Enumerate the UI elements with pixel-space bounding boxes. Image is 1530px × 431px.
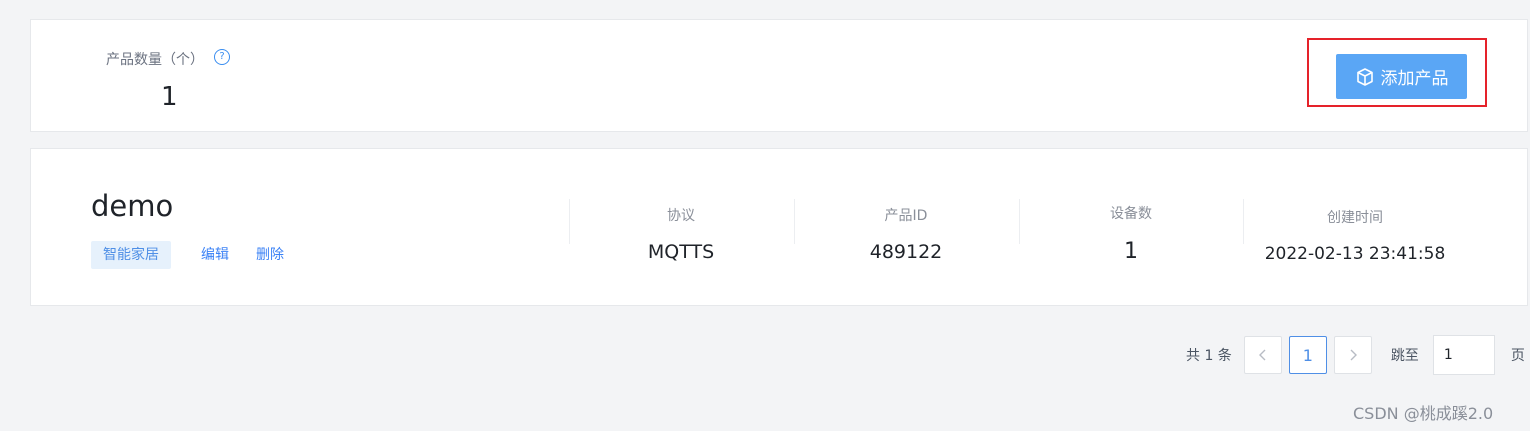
prev-page-button[interactable]	[1243, 336, 1282, 374]
product-summary-card: 产品数量（个） ? 1 添加产品	[30, 19, 1528, 132]
stat-label: 设备数	[1110, 206, 1152, 222]
product-name: demo	[91, 189, 174, 223]
stat-value: 1	[1124, 239, 1138, 264]
product-count-value: 1	[161, 82, 178, 112]
jump-page-input[interactable]	[1432, 335, 1495, 375]
page-suffix: 页	[1510, 348, 1525, 364]
page-number-button[interactable]: 1	[1288, 336, 1327, 374]
stat-protocol: 协议 MQTTS	[569, 149, 793, 305]
stat-value: 2022-02-13 23:41:58	[1264, 244, 1446, 264]
question-circle-icon[interactable]: ?	[214, 49, 230, 65]
next-page-button[interactable]	[1333, 336, 1372, 374]
stat-label: 创建时间	[1327, 210, 1383, 226]
pagination-total: 共 1 条	[1186, 348, 1232, 364]
stat-value: MQTTS	[647, 241, 715, 263]
pagination: 共 1 条 1 跳至 页	[1186, 335, 1525, 375]
stat-value: 489122	[869, 241, 943, 263]
jump-label: 跳至	[1390, 348, 1419, 364]
cube-icon	[1356, 67, 1373, 86]
product-count-label-row: 产品数量（个） ?	[106, 49, 230, 69]
watermark: CSDN @桃成蹊2.0	[1353, 404, 1494, 423]
delete-link[interactable]: 删除	[256, 241, 284, 269]
add-product-button-label: 添加产品	[1380, 69, 1449, 89]
stat-product-id: 产品ID 489122	[794, 149, 1018, 305]
product-count-label: 产品数量（个）	[106, 52, 204, 68]
stat-label: 协议	[667, 208, 695, 224]
product-card: demo 智能家居 编辑 删除 协议 MQTTS 产品ID 489122 设备数…	[30, 148, 1528, 306]
stat-device-count: 设备数 1	[1019, 149, 1243, 305]
category-tag: 智能家居	[91, 241, 171, 269]
add-product-button[interactable]: 添加产品	[1336, 54, 1467, 99]
edit-link[interactable]: 编辑	[201, 241, 229, 269]
stat-created-time: 创建时间 2022-02-13 23:41:58	[1243, 149, 1467, 305]
stat-label: 产品ID	[884, 208, 928, 224]
chevron-right-icon	[1350, 349, 1357, 361]
chevron-left-icon	[1258, 349, 1266, 361]
